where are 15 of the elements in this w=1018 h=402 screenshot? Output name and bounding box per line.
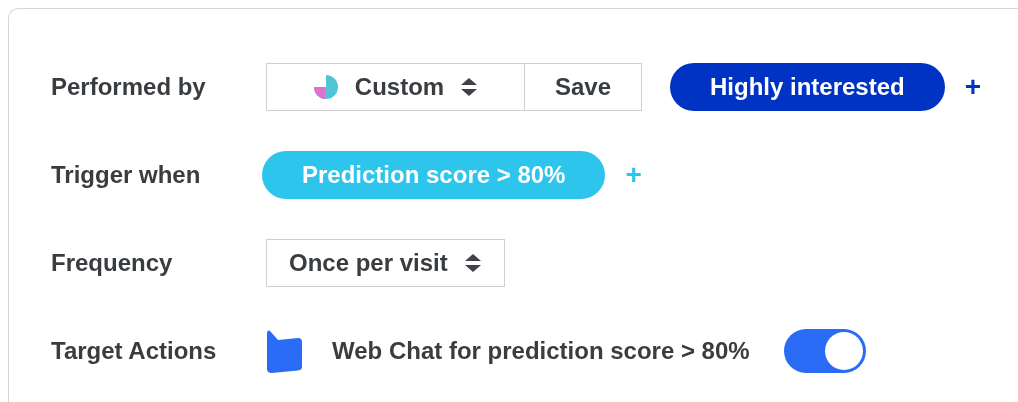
sort-icon [463,253,482,273]
field-label: Target Actions [51,337,218,365]
frequency-dropdown[interactable]: Once per visit [266,239,505,287]
pie-chart-icon [312,74,339,100]
field-label: Performed by [51,73,207,101]
sort-icon [460,77,479,97]
tag-chip[interactable]: Highly interested [670,63,945,111]
dropdown-value: Custom [354,73,445,101]
field-label: Trigger when [51,161,202,189]
dropdown-value: Once per visit [289,249,448,277]
action-name: Web Chat for prediction score > 80% [332,337,750,365]
add-button[interactable]: + [964,71,982,103]
field-label: Frequency [51,249,174,277]
toggle-switch[interactable] [783,329,866,373]
flag-icon [266,329,302,373]
